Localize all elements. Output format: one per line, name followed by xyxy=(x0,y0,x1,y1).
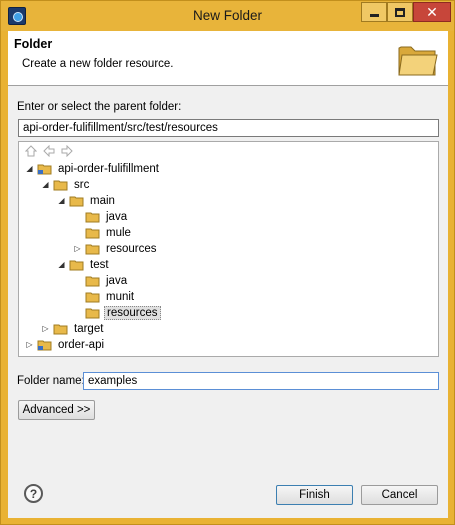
help-icon[interactable]: ? xyxy=(24,484,43,503)
tree-item-label: munit xyxy=(106,290,135,303)
title-bar[interactable]: New Folder ✕ xyxy=(1,1,454,31)
forward-arrow-icon[interactable] xyxy=(60,145,73,157)
project-folder-icon xyxy=(37,164,52,174)
wizard-header: Folder Create a new folder resource. xyxy=(8,31,448,86)
tree-item-label: java xyxy=(106,210,128,223)
tree-item[interactable]: ▷ mule xyxy=(72,225,133,240)
tree-item[interactable]: ▷ order-api xyxy=(24,337,106,352)
tree-item-label: test xyxy=(90,258,109,271)
home-icon[interactable] xyxy=(24,145,37,157)
tree-toolbar xyxy=(24,145,73,159)
tree-item[interactable]: ▷ java xyxy=(72,209,129,224)
close-button[interactable]: ✕ xyxy=(413,2,451,22)
close-icon: ✕ xyxy=(426,3,438,20)
tree-item-label: api-order-fulifillment xyxy=(58,162,159,175)
tree-item[interactable]: ◢ src xyxy=(40,177,91,192)
minimize-button[interactable] xyxy=(361,2,387,22)
project-folder-icon xyxy=(37,340,52,350)
advanced-button[interactable]: Advanced >> xyxy=(18,400,95,420)
folder-icon xyxy=(85,212,100,222)
tree-item[interactable]: ▷ resources xyxy=(72,241,159,256)
tree-item[interactable]: ◢ test xyxy=(56,257,111,272)
parent-folder-input[interactable] xyxy=(18,119,439,137)
tree-item-label: java xyxy=(106,274,128,287)
tree-item-label: main xyxy=(90,194,115,207)
folder-icon xyxy=(85,292,100,302)
minimize-icon xyxy=(369,14,379,17)
parent-folder-label: Enter or select the parent folder: xyxy=(17,101,182,113)
expanded-chevron-icon[interactable]: ◢ xyxy=(40,179,51,190)
dialog-window: New Folder ✕ Folder Create a new folder … xyxy=(0,0,455,525)
collapsed-chevron-icon[interactable]: ▷ xyxy=(24,339,35,350)
tree-item[interactable]: ▷ target xyxy=(40,321,105,336)
collapsed-chevron-icon[interactable]: ▷ xyxy=(40,323,51,334)
tree-item-label: order-api xyxy=(58,338,105,351)
cancel-button[interactable]: Cancel xyxy=(361,485,438,505)
tree-item-label: resources xyxy=(104,305,161,320)
page-description: Create a new folder resource. xyxy=(22,58,174,70)
folder-icon xyxy=(85,228,100,238)
folder-icon xyxy=(53,324,68,334)
folder-tree[interactable]: ◢ api-order-fulifillment ◢ src ◢ main ▷ … xyxy=(18,141,439,357)
dialog-client-area: Folder Create a new folder resource. Ent… xyxy=(8,31,448,518)
folder-name-label: Folder name: xyxy=(17,375,85,387)
expanded-chevron-icon[interactable]: ◢ xyxy=(56,259,67,270)
tree-item[interactable]: ▷ munit xyxy=(72,289,136,304)
folder-icon xyxy=(85,244,100,254)
maximize-button[interactable] xyxy=(387,2,413,22)
expanded-chevron-icon[interactable]: ◢ xyxy=(56,195,67,206)
folder-icon xyxy=(69,260,84,270)
folder-name-input[interactable] xyxy=(83,372,439,390)
tree-item-label: target xyxy=(74,322,104,335)
page-title: Folder xyxy=(14,37,53,51)
tree-item-label: src xyxy=(74,178,90,191)
tree-item-label: mule xyxy=(106,226,131,239)
back-arrow-icon[interactable] xyxy=(42,145,55,157)
collapsed-chevron-icon[interactable]: ▷ xyxy=(72,243,83,254)
tree-item[interactable]: ▷ java xyxy=(72,273,129,288)
tree-item-selected[interactable]: ▷ resources xyxy=(72,305,161,320)
tree-item-label: resources xyxy=(106,242,157,255)
folder-icon xyxy=(85,276,100,286)
tree-item[interactable]: ◢ main xyxy=(56,193,117,208)
tree-item[interactable]: ◢ api-order-fulifillment xyxy=(24,161,161,176)
folder-icon xyxy=(69,196,84,206)
maximize-icon xyxy=(395,7,405,17)
folder-icon xyxy=(53,180,68,190)
folder-icon xyxy=(85,308,100,318)
finish-button[interactable]: Finish xyxy=(276,485,353,505)
expanded-chevron-icon[interactable]: ◢ xyxy=(24,163,35,174)
folder-large-icon xyxy=(398,46,438,76)
